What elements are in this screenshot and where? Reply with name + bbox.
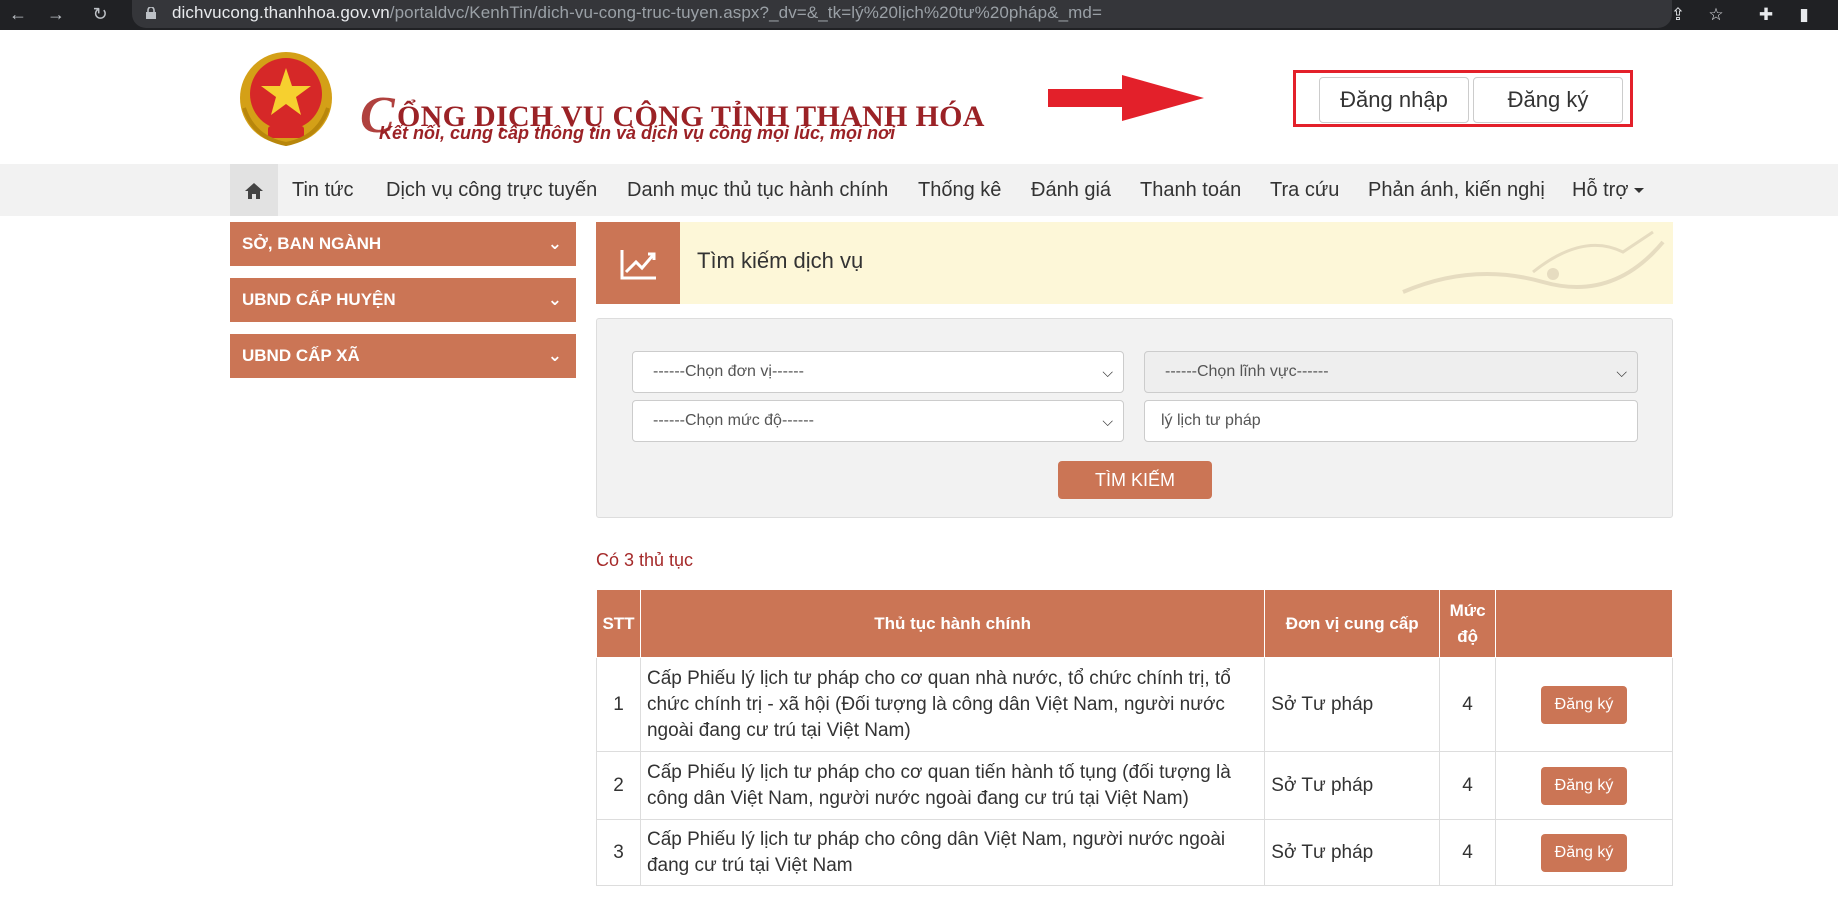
row-procedure: Cấp Phiếu lý lịch tư pháp cho cơ quan ti… [639, 751, 1266, 820]
results-count: Có 3 thủ tục [596, 550, 694, 570]
unit-select-value: ------Chọn đơn vị------ [653, 363, 804, 380]
search-section-icon-box [596, 222, 680, 304]
main-nav: Tin tức Dịch vụ công trực tuyến Danh mục… [0, 164, 1838, 216]
nav-item-phan-anh[interactable]: Phản ánh, kiến nghị [1368, 164, 1545, 216]
side-panel-icon[interactable]: ▮ [1792, 3, 1816, 27]
chevron-down-icon: ⌄ [547, 234, 562, 253]
share-icon[interactable]: ⇪ [1666, 3, 1690, 27]
bookmark-star-icon[interactable]: ☆ [1704, 3, 1728, 27]
row-action-cell: Đăng ký [1495, 657, 1673, 752]
nav-item-tra-cuu[interactable]: Tra cứu [1270, 164, 1339, 216]
header-stt: STT [596, 589, 641, 658]
field-select-value: ------Chọn lĩnh vực------ [1165, 363, 1329, 380]
row-stt: 2 [596, 751, 641, 820]
level-select[interactable]: ------Chọn mức độ------ ⌵ [632, 400, 1124, 442]
field-select[interactable]: ------Chọn lĩnh vực------ ⌵ [1144, 351, 1638, 393]
nav-item-tin-tuc[interactable]: Tin tức [292, 164, 354, 216]
row-stt: 3 [596, 819, 641, 886]
nav-item-thanh-toan[interactable]: Thanh toán [1140, 164, 1241, 216]
row-provider: Sở Tư pháp [1264, 751, 1441, 820]
portal-tagline: Kết nối, cung cấp thông tin và dịch vụ c… [379, 123, 896, 143]
trending-chart-icon [620, 250, 656, 280]
extensions-icon[interactable]: ✚ [1754, 3, 1778, 27]
register-button[interactable]: Đăng ký [1473, 77, 1623, 123]
auth-highlight-box: Đăng nhập Đăng ký [1293, 70, 1633, 127]
search-section-header: Tìm kiếm dịch vụ [596, 222, 1673, 304]
national-emblem-logo[interactable] [234, 48, 338, 152]
sidebar-item-ubnd-xa[interactable]: UBND CẤP XÃ ⌄ [230, 334, 576, 378]
chevron-down-icon: ⌄ [547, 290, 562, 309]
row-register-button[interactable]: Đăng ký [1541, 766, 1628, 805]
chevron-down-icon: ⌄ [547, 346, 562, 365]
header-procedure: Thủ tục hành chính [639, 589, 1266, 658]
table-row: 1 Cấp Phiếu lý lịch tư pháp cho cơ quan … [596, 657, 1673, 752]
keyword-input-value: lý lịch tư pháp [1161, 412, 1261, 429]
sidebar-item-so-ban-nganh[interactable]: SỞ, BAN NGÀNH ⌄ [230, 222, 576, 266]
reload-icon[interactable]: ↻ [88, 2, 112, 26]
nav-item-ho-tro[interactable]: Hỗ trợ [1572, 164, 1645, 216]
row-level: 4 [1439, 657, 1497, 752]
red-arrow-annotation-icon [1048, 75, 1204, 121]
sidebar-item-label: UBND CẤP HUYỆN [242, 290, 396, 309]
row-action-cell: Đăng ký [1495, 819, 1673, 886]
row-provider: Sở Tư pháp [1264, 657, 1441, 752]
row-register-button[interactable]: Đăng ký [1541, 685, 1628, 724]
sidebar-item-label: UBND CẤP XÃ [242, 346, 360, 365]
nav-item-danh-gia[interactable]: Đánh giá [1031, 164, 1111, 216]
row-level: 4 [1439, 819, 1497, 886]
row-procedure: Cấp Phiếu lý lịch tư pháp cho công dân V… [639, 819, 1266, 886]
url-host: dichvucong.thanhhoa.gov.vn [172, 3, 390, 22]
chevron-down-icon: ⌵ [1616, 364, 1627, 380]
address-bar[interactable]: dichvucong.thanhhoa.gov.vn/portaldvc/Ken… [132, 0, 1672, 28]
back-icon[interactable]: ← [6, 2, 30, 26]
bird-pattern-decoration [1402, 230, 1665, 294]
sidebar-item-ubnd-huyen[interactable]: UBND CẤP HUYỆN ⌄ [230, 278, 576, 322]
site-header: CỔNG DỊCH VỤ CÔNG TỈNH THANH HÓA Kết nối… [0, 30, 1838, 164]
sidebar-item-label: SỞ, BAN NGÀNH [242, 234, 382, 253]
nav-item-thong-ke[interactable]: Thống kê [918, 164, 1001, 216]
nav-item-ho-tro-label: Hỗ trợ [1572, 179, 1629, 201]
search-section-title: Tìm kiếm dịch vụ [697, 248, 864, 273]
header-level: Mức độ [1439, 589, 1497, 658]
row-action-cell: Đăng ký [1495, 751, 1673, 820]
search-button[interactable]: TÌM KIẾM [1058, 461, 1212, 499]
table-header-row: STT Thủ tục hành chính Đơn vị cung cấp M… [596, 589, 1673, 658]
header-action [1495, 589, 1673, 658]
keyword-input[interactable]: lý lịch tư pháp [1144, 400, 1638, 442]
nav-item-dich-vu-cong[interactable]: Dịch vụ công trực tuyến [386, 164, 597, 216]
browser-toolbar: ← → ↻ dichvucong.thanhhoa.gov.vn/portald… [0, 0, 1838, 30]
row-stt: 1 [596, 657, 641, 752]
login-button[interactable]: Đăng nhập [1319, 77, 1469, 123]
lock-icon [146, 7, 156, 19]
home-icon [245, 182, 263, 199]
forward-icon[interactable]: → [44, 2, 68, 26]
url-text: dichvucong.thanhhoa.gov.vn/portaldvc/Ken… [172, 3, 1102, 23]
table-row: 2 Cấp Phiếu lý lịch tư pháp cho cơ quan … [596, 751, 1673, 820]
search-form-panel: ------Chọn đơn vị------ ⌵ ------Chọn lĩn… [596, 318, 1673, 518]
row-procedure: Cấp Phiếu lý lịch tư pháp cho cơ quan nh… [639, 657, 1266, 752]
level-select-value: ------Chọn mức độ------ [653, 412, 814, 429]
results-table: STT Thủ tục hành chính Đơn vị cung cấp M… [596, 589, 1673, 886]
chevron-down-icon: ⌵ [1102, 364, 1113, 380]
nav-item-danh-muc-thu-tuc[interactable]: Danh mục thủ tục hành chính [627, 164, 888, 216]
row-register-button[interactable]: Đăng ký [1541, 833, 1628, 872]
row-level: 4 [1439, 751, 1497, 820]
nav-home[interactable] [230, 164, 278, 216]
header-provider: Đơn vị cung cấp [1264, 589, 1441, 658]
caret-down-icon [1634, 188, 1645, 194]
chevron-down-icon: ⌵ [1102, 413, 1113, 429]
unit-select[interactable]: ------Chọn đơn vị------ ⌵ [632, 351, 1124, 393]
row-provider: Sở Tư pháp [1264, 819, 1441, 886]
table-row: 3 Cấp Phiếu lý lịch tư pháp cho công dân… [596, 819, 1673, 886]
url-path: /portaldvc/KenhTin/dich-vu-cong-truc-tuy… [389, 3, 1102, 22]
